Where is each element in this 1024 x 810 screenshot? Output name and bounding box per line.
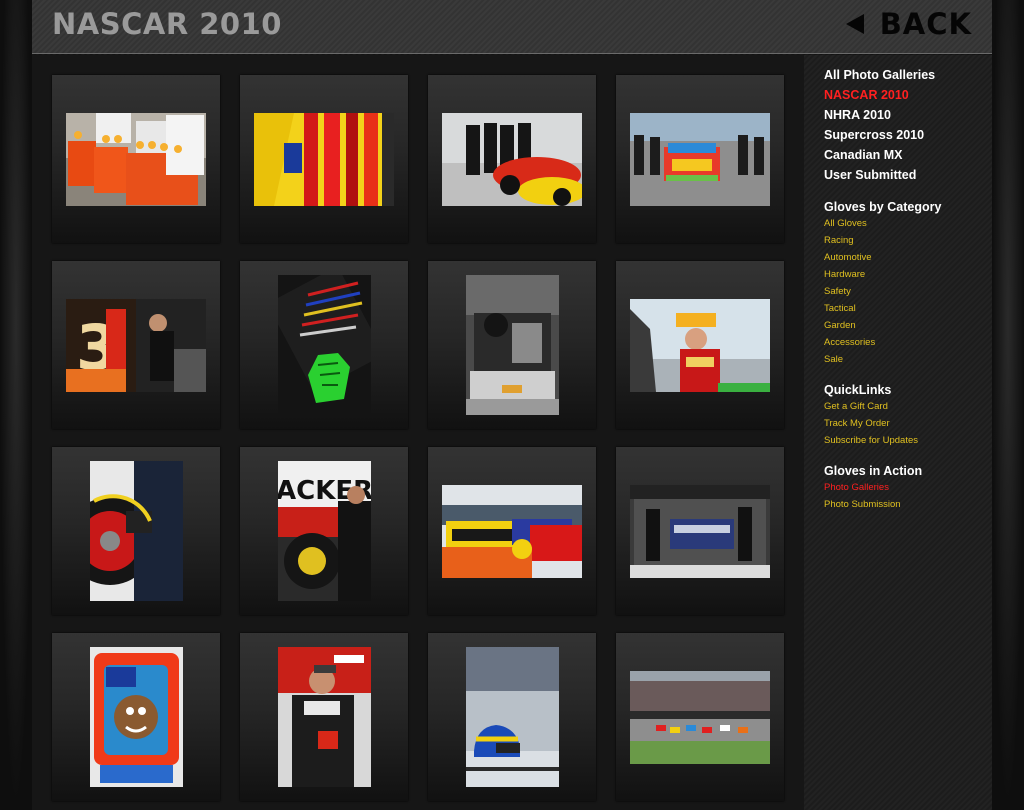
gallery-link-supercross-2010[interactable]: Supercross 2010	[824, 125, 992, 145]
gallery-tile[interactable]	[616, 447, 784, 615]
category-link-accessories[interactable]: Accessories	[824, 334, 992, 351]
gallery-tile[interactable]: 3	[52, 261, 220, 429]
cheesehead-fan-photo	[630, 298, 770, 392]
action-link-photo-submission[interactable]: Photo Submission	[824, 496, 992, 513]
quicklinks-heading: QuickLinks	[824, 383, 892, 397]
category-link-safety[interactable]: Safety	[824, 283, 992, 300]
action-link-photo-galleries[interactable]: Photo Galleries	[824, 479, 992, 496]
driver-gloves-photo	[277, 647, 371, 787]
gallery-link-all-photo-galleries[interactable]: All Photo Galleries	[824, 65, 992, 85]
pit-lane-car-photo	[630, 112, 770, 206]
gallery-tile[interactable]	[616, 633, 784, 801]
engine-bay-photo	[465, 275, 559, 415]
helmet-photo	[465, 647, 559, 787]
back-button[interactable]: BACK	[845, 7, 972, 41]
quicklink-subscribe-for-updates[interactable]: Subscribe for Updates	[824, 432, 992, 449]
number-3-car-mechanic-photo: 3	[66, 298, 206, 392]
crew-wheel-photo: ACKER	[277, 461, 371, 601]
crew-at-cars-photo	[442, 112, 582, 206]
gallery-tile[interactable]	[616, 75, 784, 243]
tire-change-photo	[89, 461, 183, 601]
gallery-tile[interactable]	[616, 261, 784, 429]
gloves-in-action-heading: Gloves in Action	[824, 464, 923, 478]
category-link-tactical[interactable]: Tactical	[824, 300, 992, 317]
gallery-nav: All Photo Galleries NASCAR 2010 NHRA 2010 S…	[824, 65, 992, 185]
garage-cars-photo	[442, 484, 582, 578]
category-link-automotive[interactable]: Automotive	[824, 249, 992, 266]
gallery-link-canadian-mx[interactable]: Canadian MX	[824, 145, 992, 165]
gallery-tile[interactable]	[52, 633, 220, 801]
coolers-photo	[66, 112, 206, 206]
right-background-border	[992, 0, 1024, 810]
sidebar: All Photo Galleries NASCAR 2010 NHRA 2010 S…	[804, 55, 992, 810]
gallery-tile[interactable]	[428, 75, 596, 243]
header-bar: NASCAR 2010 BACK	[32, 0, 992, 54]
gallery-link-nascar-2010[interactable]: NASCAR 2010	[824, 85, 992, 105]
category-link-garden[interactable]: Garden	[824, 317, 992, 334]
back-label: BACK	[879, 7, 972, 41]
quick-links: Get a Gift Card Track My Order Subscribe f…	[824, 398, 992, 449]
quicklink-track-my-order[interactable]: Track My Order	[824, 415, 992, 432]
gallery-tile[interactable]	[52, 447, 220, 615]
tool-drawer-glove-photo	[277, 275, 371, 415]
action-links: Photo Galleries Photo Submission	[824, 479, 992, 513]
quicklink-get-a-gift-card[interactable]: Get a Gift Card	[824, 398, 992, 415]
photo-gallery: 3 ACKER	[32, 55, 804, 810]
gallery-tile[interactable]	[240, 633, 408, 801]
gallery-tile[interactable]	[240, 75, 408, 243]
race-start-photo	[630, 670, 770, 764]
gloves-by-category-heading: Gloves by Category	[824, 200, 942, 214]
category-link-all-gloves[interactable]: All Gloves	[824, 215, 992, 232]
category-link-racing[interactable]: Racing	[824, 232, 992, 249]
gallery-tile[interactable]	[428, 447, 596, 615]
gallery-tile[interactable]	[240, 261, 408, 429]
gallery-link-user-submitted[interactable]: User Submitted	[824, 165, 992, 185]
page-title: NASCAR 2010	[52, 7, 282, 41]
category-link-sale[interactable]: Sale	[824, 351, 992, 368]
left-background-border	[0, 0, 32, 810]
page: NASCAR 2010 BACK 3 ACKER All Photo Galle…	[0, 0, 1024, 810]
garage-bay-photo	[630, 484, 770, 578]
category-link-hardware[interactable]: Hardware	[824, 266, 992, 283]
back-arrow-icon	[845, 14, 864, 34]
gallery-tile[interactable]: ACKER	[240, 447, 408, 615]
gallery-tile[interactable]	[52, 75, 220, 243]
car-sponsor-closeup-photo	[254, 112, 394, 206]
taz-sticker-photo	[89, 647, 183, 787]
gallery-tile[interactable]	[428, 633, 596, 801]
gallery-link-nhra-2010[interactable]: NHRA 2010	[824, 105, 992, 125]
photo-grid: 3 ACKER	[52, 75, 784, 801]
category-links: All Gloves Racing Automotive Hardware Safety…	[824, 215, 992, 368]
gallery-tile[interactable]	[428, 261, 596, 429]
